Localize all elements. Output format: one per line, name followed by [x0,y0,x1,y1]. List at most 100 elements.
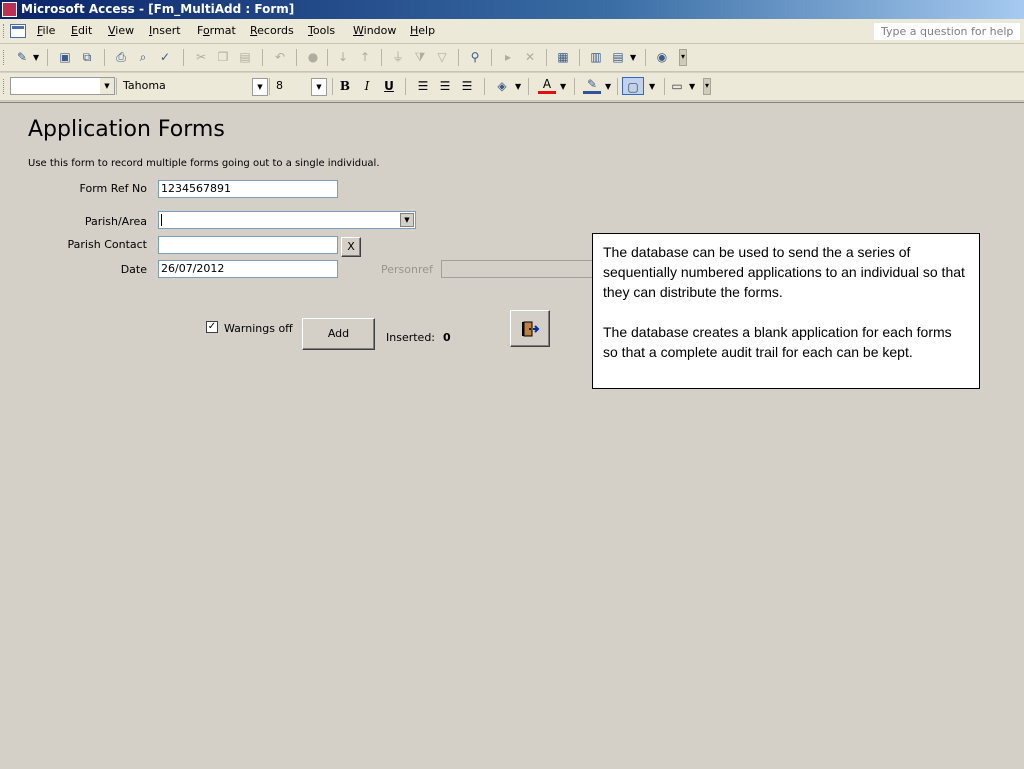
underline-button[interactable]: U [380,77,398,95]
fill-color-dropdown-icon[interactable]: ▼ [515,78,521,95]
special-effect-icon[interactable]: ▭ [668,77,686,95]
menu-edit[interactable]: Edit [71,19,92,43]
toolbar-separator [296,49,297,66]
align-center-icon[interactable]: ☰ [436,77,454,95]
menu-format[interactable]: Format [197,19,236,43]
menu-tools[interactable]: Tools [308,19,335,43]
cut-icon[interactable]: ✂ [192,48,210,66]
help-question-input[interactable]: Type a question for help [874,23,1020,40]
toolbar-separator [458,49,459,66]
toolbar-separator [484,78,485,95]
menu-help[interactable]: Help [410,19,435,43]
inserted-count: 0 [443,331,451,344]
filter-icon[interactable]: ▽ [433,48,451,66]
new-object-dropdown-icon[interactable]: ▼ [630,49,636,66]
new-record-icon[interactable]: ▸ [499,48,517,66]
toolbar-options-icon[interactable]: ▾ [679,49,687,66]
object-combo[interactable]: ▼ [10,77,115,95]
border-width-dropdown-icon[interactable]: ▼ [649,78,655,95]
toolbar-separator [104,49,105,66]
copy-icon[interactable]: ❐ [214,48,232,66]
add-button[interactable]: Add [302,318,375,350]
toolbar-grip[interactable] [3,50,7,65]
align-right-icon[interactable]: ☰ [458,77,476,95]
file-search-icon[interactable]: ⧉ [78,48,96,66]
form-title: Application Forms [28,117,225,142]
clear-contact-button[interactable]: X [341,237,361,257]
note-paragraph-1: The database can be used to send the a s… [603,244,965,300]
save-icon[interactable]: ▣ [56,48,74,66]
toolbar-separator [617,78,618,95]
parish-area-combo[interactable]: ▼ [158,211,416,229]
exit-door-icon [522,321,540,337]
toolbar-separator [405,78,406,95]
chevron-down-icon[interactable]: ▼ [252,78,268,96]
find-icon[interactable]: ⚲ [466,48,484,66]
text-cursor [161,214,162,226]
insert-hyperlink-icon[interactable]: ● [304,48,322,66]
form-work-area: Application Forms Use this form to recor… [0,102,1024,769]
form-ref-field[interactable]: 1234567891 [158,180,338,198]
delete-record-icon[interactable]: ✕ [521,48,539,66]
warnings-off-checkbox[interactable]: ✓ [206,321,218,333]
filter-by-form-icon[interactable]: ⧩ [411,48,429,66]
chevron-down-icon[interactable]: ▼ [311,78,327,96]
exit-button[interactable] [510,310,550,347]
line-color-icon[interactable]: ✎ [583,77,601,94]
note-paragraph-2: The database creates a blank application… [603,324,952,360]
toolbar-separator [47,49,48,66]
menu-grip[interactable] [3,24,7,38]
toolbar-options-icon[interactable]: ▾ [703,78,711,95]
help-icon[interactable]: ◉ [653,48,671,66]
access-app-icon[interactable] [2,2,17,17]
formatting-toolbar: ▼ Tahoma ▼ 8 ▼ B I U ☰ ☰ ☰ ◈ ▼ A ▼ ✎ ▼ ▢… [0,73,1024,101]
toolbar-separator [664,78,665,95]
toolbar-separator [491,49,492,66]
chevron-down-icon[interactable]: ▼ [100,78,114,94]
menu-bar: File Edit View Insert Format Records Too… [0,19,1024,44]
menu-insert[interactable]: Insert [149,19,181,43]
date-field[interactable]: 26/07/2012 [158,260,338,278]
line-color-dropdown-icon[interactable]: ▼ [605,78,611,95]
special-effect-dropdown-icon[interactable]: ▼ [689,78,695,95]
font-size-combo[interactable]: 8 ▼ [272,77,328,96]
print-icon[interactable]: ⎙ [112,48,130,66]
parish-contact-field[interactable] [158,236,338,254]
standard-toolbar: ✎ ▼ ▣ ⧉ ⎙ ⌕ ✓ ✂ ❐ ▤ ↶ ● ↓ ↑ ⏚ ⧩ ▽ ⚲ ▸ ✕ … [0,44,1024,72]
menu-view[interactable]: View [108,19,134,43]
menu-records[interactable]: Records [250,19,294,43]
toolbar-separator [327,49,328,66]
bold-button[interactable]: B [336,77,354,95]
view-dropdown-icon[interactable]: ▼ [33,49,39,66]
font-color-dropdown-icon[interactable]: ▼ [560,78,566,95]
design-view-icon[interactable]: ✎ [13,48,31,66]
filter-by-selection-icon[interactable]: ⏚ [389,48,407,66]
print-preview-icon[interactable]: ⌕ [134,48,152,66]
spell-check-icon[interactable]: ✓ [156,48,174,66]
form-doc-icon[interactable] [10,24,26,38]
warnings-off-label: Warnings off [224,322,293,335]
italic-button[interactable]: I [358,77,376,95]
chevron-down-icon[interactable]: ▼ [400,213,414,227]
properties-icon[interactable]: ▦ [554,48,572,66]
paste-icon[interactable]: ▤ [236,48,254,66]
fill-color-icon[interactable]: ◈ [493,77,511,95]
inserted-label: Inserted: [386,331,436,344]
font-name-combo[interactable]: Tahoma ▼ [119,77,269,96]
toolbar-grip[interactable] [3,79,7,94]
align-left-icon[interactable]: ☰ [414,77,432,95]
menu-file[interactable]: File [37,19,55,43]
toolbar-separator [332,78,333,95]
sort-ascending-icon[interactable]: ↓ [334,48,352,66]
window-title: Microsoft Access - [Fm_MultiAdd : Form] [21,2,295,16]
parish-contact-label: Parish Contact [67,238,147,251]
undo-icon[interactable]: ↶ [271,48,289,66]
font-color-icon[interactable]: A [538,77,556,94]
checkmark-icon: ✓ [207,321,217,332]
parish-area-label: Parish/Area [84,215,147,228]
sort-descending-icon[interactable]: ↑ [356,48,374,66]
database-window-icon[interactable]: ▥ [587,48,605,66]
new-object-icon[interactable]: ▤ [609,48,627,66]
menu-window[interactable]: Window [353,19,396,43]
border-width-icon[interactable]: ▢ [622,77,644,95]
